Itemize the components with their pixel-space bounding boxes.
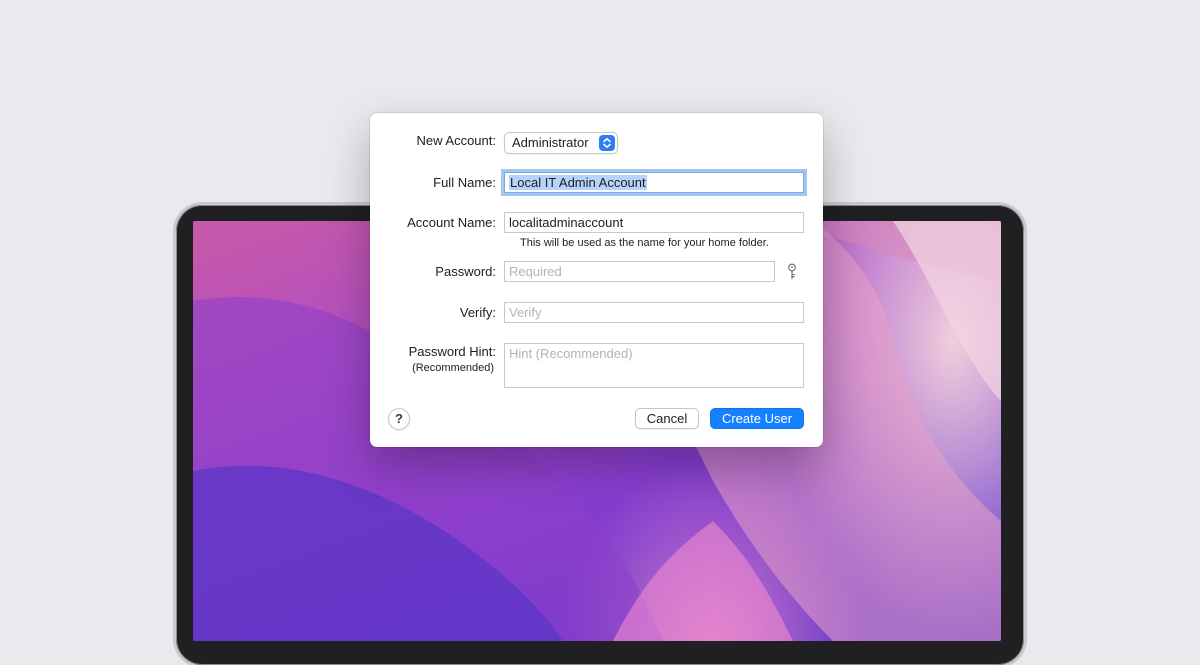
account-type-value: Administrator: [512, 135, 589, 150]
key-icon[interactable]: [785, 263, 799, 280]
account-type-popup[interactable]: Administrator: [504, 132, 618, 154]
verify-field[interactable]: Verify: [504, 302, 804, 323]
verify-placeholder: Verify: [509, 305, 542, 320]
full-name-label: Full Name:: [433, 175, 496, 190]
new-account-label: New Account:: [416, 133, 497, 148]
password-placeholder: Required: [509, 264, 562, 279]
create-user-dialog: New Account: Administrator Full Name: Lo…: [370, 113, 823, 447]
password-field[interactable]: Required: [504, 261, 775, 282]
password-hint-placeholder: Hint (Recommended): [509, 346, 633, 361]
create-user-button[interactable]: Create User: [710, 408, 804, 429]
account-name-label: Account Name:: [407, 215, 496, 230]
password-label: Password:: [435, 264, 496, 279]
password-hint-sublabel: (Recommended): [412, 362, 494, 374]
cancel-button[interactable]: Cancel: [635, 408, 699, 429]
verify-label: Verify:: [459, 305, 496, 320]
account-name-field[interactable]: localitadminaccount: [504, 212, 804, 233]
account-name-value: localitadminaccount: [509, 215, 624, 230]
password-hint-label: Password Hint:: [408, 344, 496, 359]
home-folder-hint: This will be used as the name for your h…: [520, 237, 769, 249]
chevron-updown-icon: [599, 135, 615, 151]
full-name-field[interactable]: Local IT Admin Account: [504, 172, 804, 193]
help-button[interactable]: ?: [388, 408, 410, 430]
password-hint-field[interactable]: Hint (Recommended): [504, 343, 804, 388]
full-name-value: Local IT Admin Account: [509, 175, 647, 190]
